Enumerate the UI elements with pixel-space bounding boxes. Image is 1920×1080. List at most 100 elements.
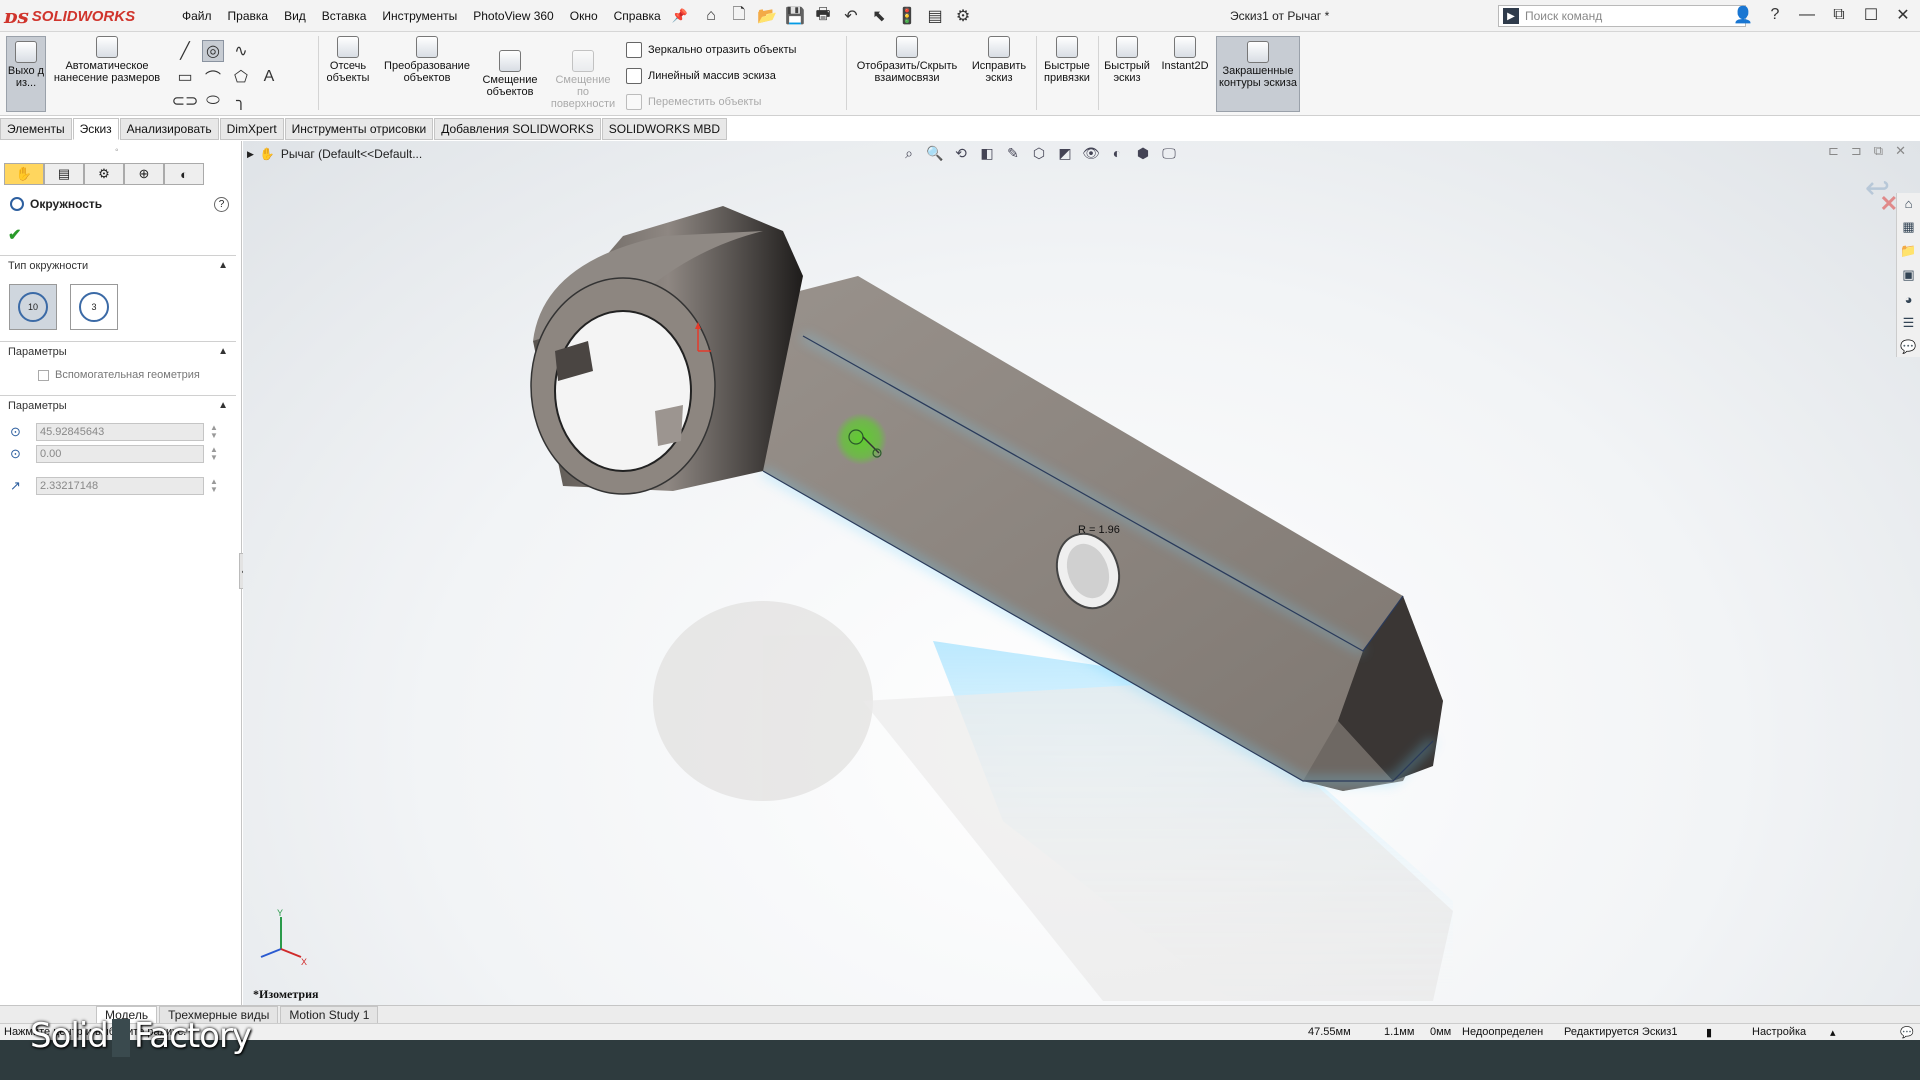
- tab-evaluate[interactable]: Анализировать: [119, 118, 219, 140]
- maximize-icon[interactable]: ☐: [1860, 4, 1882, 26]
- center-x-field[interactable]: [36, 423, 204, 441]
- new-document-icon[interactable]: 🗋: [728, 5, 750, 27]
- perimeter-circle-type-button[interactable]: 3: [70, 284, 118, 330]
- menu-photoview[interactable]: PhotoView 360: [465, 9, 562, 23]
- mirror-entities-button[interactable]: Зеркально отразить объекты: [626, 42, 796, 58]
- tab-mbd[interactable]: SOLIDWORKS MBD: [601, 118, 728, 140]
- graphics-area[interactable]: ▶ ✋ Рычаг (Default<<Default... ⌕ 🔍 ⟲ ◧ ✎…: [243, 141, 1920, 1005]
- edit-appearance-icon[interactable]: ◐: [1107, 143, 1127, 163]
- view-settings-icon[interactable]: 🖵: [1159, 143, 1179, 163]
- view-palette-icon[interactable]: ▣: [1897, 265, 1920, 285]
- circle-icon[interactable]: ◎: [202, 40, 224, 62]
- smart-dimension-button[interactable]: Автоматическое нанесение размеров: [48, 36, 166, 84]
- close-viewport-icon[interactable]: ✕: [1895, 143, 1906, 159]
- rectangle-icon[interactable]: ▭: [174, 66, 196, 88]
- rebuild-status-icon[interactable]: ▮: [1706, 1026, 1712, 1039]
- arc-icon[interactable]: ⌒: [202, 66, 224, 88]
- minimize-icon[interactable]: —: [1796, 4, 1818, 26]
- forum-icon[interactable]: 💬: [1897, 337, 1920, 357]
- rebuild-icon[interactable]: 🚦: [896, 5, 918, 27]
- options-gear-icon[interactable]: ⚙: [952, 5, 974, 27]
- panel-grip-icon[interactable]: ◦: [115, 145, 119, 156]
- restore-icon[interactable]: ⧉: [1828, 4, 1850, 26]
- hide-show-items-icon[interactable]: 👁: [1081, 143, 1101, 163]
- shaded-sketch-contours-button[interactable]: Закрашенные контуры эскиза: [1216, 36, 1300, 112]
- menu-insert[interactable]: Вставка: [314, 9, 375, 23]
- collapse-left-icon[interactable]: ⊏: [1828, 143, 1839, 159]
- section-parameters[interactable]: Параметры ▲: [0, 395, 236, 417]
- menu-file[interactable]: Файл: [174, 9, 220, 23]
- polygon-icon[interactable]: ⬠: [230, 66, 252, 88]
- fillet-icon[interactable]: ╮: [230, 90, 252, 112]
- section-options[interactable]: Параметры ▲: [0, 341, 236, 363]
- part-model[interactable]: [243, 141, 1920, 1005]
- menu-edit[interactable]: Правка: [220, 9, 277, 23]
- tab-markup[interactable]: Инструменты отрисовки: [284, 118, 434, 140]
- menu-tools[interactable]: Инструменты: [374, 9, 465, 23]
- section-view-icon[interactable]: ◧: [977, 143, 997, 163]
- feature-manager-tab-icon[interactable]: ✋: [4, 163, 44, 185]
- design-library-icon[interactable]: ▦: [1897, 217, 1920, 237]
- previous-view-icon[interactable]: ⟲: [951, 143, 971, 163]
- offset-on-surface-button[interactable]: Смещение по поверхности: [548, 50, 618, 110]
- center-circle-type-button[interactable]: 10: [9, 284, 57, 330]
- tab-addins[interactable]: Добавления SOLIDWORKS: [434, 118, 601, 140]
- ellipse-icon[interactable]: ⬭: [202, 90, 224, 112]
- trim-button[interactable]: Отсечь объекты: [322, 36, 374, 84]
- tooltip-toggle-icon[interactable]: 💬: [1900, 1026, 1914, 1039]
- tab-features[interactable]: Элементы: [0, 118, 72, 140]
- instant2d-button[interactable]: Instant2D: [1156, 36, 1214, 72]
- spline-icon[interactable]: ∿: [230, 40, 252, 62]
- spin-arrows-icon[interactable]: ▲ ▼: [210, 478, 218, 494]
- user-icon[interactable]: 👤: [1732, 4, 1754, 26]
- line-icon[interactable]: ╱: [174, 40, 196, 62]
- help-icon[interactable]: ?: [214, 197, 229, 212]
- menu-window[interactable]: Окно: [562, 9, 606, 23]
- section-circle-type[interactable]: Тип окружности ▲: [0, 255, 236, 277]
- spin-arrows-icon[interactable]: ▲ ▼: [210, 424, 218, 440]
- linear-pattern-button[interactable]: Линейный массив эскиза: [626, 68, 776, 84]
- expand-arrow-icon[interactable]: ▶: [247, 149, 254, 160]
- solidworks-resources-icon[interactable]: ⌂: [1897, 193, 1920, 213]
- repair-sketch-button[interactable]: Исправить эскиз: [966, 36, 1032, 84]
- tab-dimxpert[interactable]: DimXpert: [219, 118, 284, 140]
- solidworks-logo[interactable]: ᴅꜱ SOLIDWORKS: [4, 2, 154, 30]
- zoom-to-fit-icon[interactable]: ⌕: [899, 143, 919, 163]
- convert-entities-button[interactable]: Преобразование объектов: [378, 36, 476, 84]
- property-manager-tab-icon[interactable]: ▤: [44, 163, 84, 185]
- select-icon[interactable]: ⬉: [868, 5, 890, 27]
- zoom-to-area-icon[interactable]: 🔍: [925, 143, 945, 163]
- dimxpert-manager-tab-icon[interactable]: ⊕: [124, 163, 164, 185]
- custom-properties-icon[interactable]: ☰: [1897, 313, 1920, 333]
- pin-icon[interactable]: 📌: [669, 5, 691, 27]
- offset-entities-button[interactable]: Смещение объектов: [480, 50, 540, 98]
- display-style-icon[interactable]: ◩: [1055, 143, 1075, 163]
- dynamic-annotation-icon[interactable]: ✎: [1003, 143, 1023, 163]
- construction-geometry-checkbox[interactable]: Вспомогательная геометрия: [38, 369, 200, 381]
- units-dropdown-chevron-icon[interactable]: ▴: [1830, 1026, 1836, 1039]
- move-entities-button[interactable]: Переместить объекты: [626, 94, 761, 110]
- center-y-field[interactable]: [36, 445, 204, 463]
- file-explorer-icon[interactable]: 📁: [1897, 241, 1920, 261]
- save-icon[interactable]: 💾: [784, 5, 806, 27]
- undo-icon[interactable]: ↶: [840, 5, 862, 27]
- close-icon[interactable]: ✕: [1892, 4, 1914, 26]
- exit-sketch-button[interactable]: Выхо д из...: [6, 36, 46, 112]
- slot-icon[interactable]: ⊂⊃: [172, 90, 199, 112]
- appearances-icon[interactable]: ◕: [1897, 289, 1920, 309]
- search-commands-input[interactable]: ▶ Поиск команд: [1498, 5, 1746, 27]
- home-icon[interactable]: ⌂: [700, 5, 722, 27]
- tab-sketch[interactable]: Эскиз: [72, 118, 119, 140]
- spin-arrows-icon[interactable]: ▲ ▼: [210, 446, 218, 462]
- restore-viewport-icon[interactable]: ⧉: [1874, 143, 1883, 159]
- collapse-right-icon[interactable]: ⊐: [1851, 143, 1862, 159]
- display-manager-tab-icon[interactable]: ◐: [164, 163, 204, 185]
- print-icon[interactable]: 🖶: [812, 5, 834, 27]
- status-units-settings[interactable]: Настройка: [1752, 1026, 1806, 1038]
- view-orientation-icon[interactable]: ⬡: [1029, 143, 1049, 163]
- ok-checkmark-icon[interactable]: ✔: [8, 225, 21, 245]
- tab-motion-study[interactable]: Motion Study 1: [280, 1005, 379, 1024]
- menu-help[interactable]: Справка: [606, 9, 669, 23]
- open-icon[interactable]: 📂: [756, 5, 778, 27]
- text-icon[interactable]: A: [258, 66, 280, 88]
